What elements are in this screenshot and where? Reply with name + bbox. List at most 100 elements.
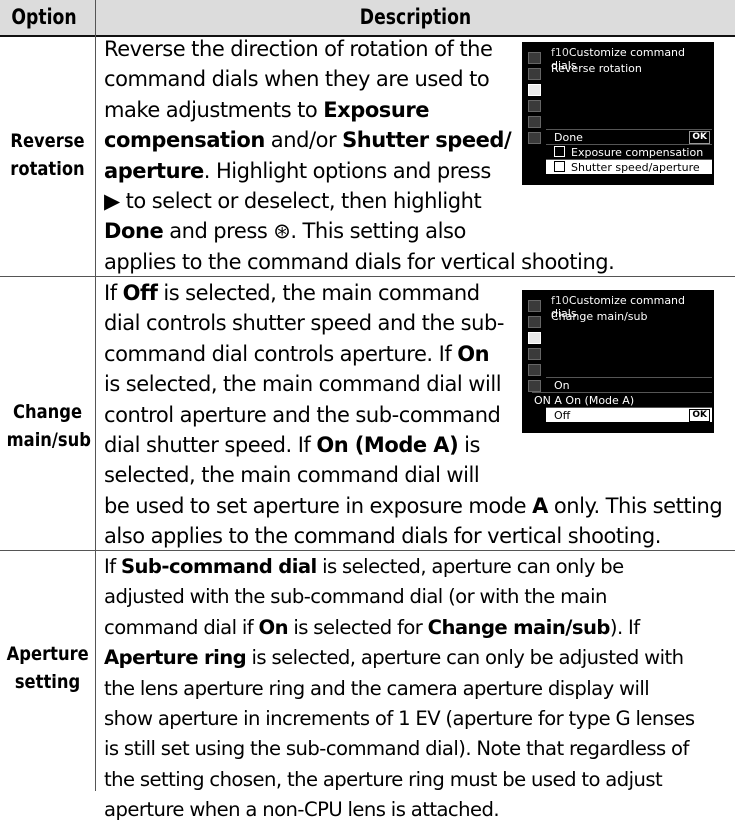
option-label-line: Aperture	[6, 643, 89, 665]
bold-term: Change main/sub	[427, 615, 611, 639]
text-run: adjusted with the sub-command dial (or w…	[104, 585, 607, 609]
option-reverse-rotation: Reverse rotation	[7, 127, 89, 183]
text-run: is selected, the main command	[157, 281, 480, 305]
desc-line: the lens aperture ring and the camera ap…	[104, 674, 695, 704]
text-run: command dial controls aperture. If	[104, 341, 458, 366]
option-label-line: rotation	[10, 158, 85, 180]
desc-line: dial shutter speed. If On (Mode A) is	[104, 430, 722, 460]
text-run: show aperture in increments of 1 EV (ape…	[104, 706, 695, 730]
menu-code: f10	[551, 294, 569, 307]
description-aperture-setting: If Sub-command dial is selected, apertur…	[104, 552, 695, 826]
menu-item-off: Off OK	[546, 407, 712, 422]
option-aperture-setting: Aperture setting	[7, 640, 89, 696]
retouch-menu-icon	[528, 364, 541, 376]
menu-item-label: Exposure compensation	[571, 146, 704, 159]
option-label-line: main/sub	[6, 429, 91, 451]
menu-item-exposure-compensation: Exposure compensation	[546, 144, 712, 159]
screen-subtitle: Reverse rotation	[551, 62, 642, 75]
option-label-line: Reverse	[10, 130, 85, 152]
desc-line: applies to the command dials for vertica…	[104, 247, 615, 277]
text-run: dial shutter speed. If	[104, 432, 317, 457]
text-run: only. This setting	[547, 493, 723, 518]
option-label-line: setting	[14, 671, 81, 693]
bold-term: compensation	[104, 128, 265, 153]
text-run: and/or	[264, 128, 343, 153]
text-run: is selected, aperture can only be adjust…	[246, 646, 685, 670]
shooting-menu-icon	[528, 68, 541, 80]
table-header: Option Description	[0, 0, 735, 37]
text-run: If	[104, 555, 121, 578]
text-run: be used to set aperture in exposure mode	[104, 493, 533, 518]
checkbox-icon	[554, 161, 565, 172]
desc-line: Done and press ⊛. This setting also	[104, 216, 614, 246]
screen-subtitle: Change main/sub	[551, 310, 648, 323]
bold-term: On	[457, 341, 490, 366]
bold-term: On (Mode A)	[316, 432, 459, 457]
option-change-main-sub: Change main/sub	[6, 398, 91, 454]
text-run: control aperture and the sub-command	[104, 402, 501, 427]
menu-item-label: Done	[554, 131, 583, 144]
text-run: aperture when a non-CPU lens is attached…	[104, 798, 500, 822]
text-run: If	[104, 281, 123, 305]
desc-line: ▶ to select or deselect, then highlight	[104, 186, 614, 216]
menu-item-done: Done OK	[546, 129, 712, 144]
bold-term: Exposure	[323, 97, 430, 122]
setup-menu-icon	[528, 100, 541, 112]
menu-tab-icons	[528, 52, 543, 148]
menu-item-label: On	[554, 379, 570, 392]
custom-settings-menu-icon	[528, 84, 541, 96]
setup-menu-icon	[528, 348, 541, 360]
menu-item-on-mode-a: ON A On (Mode A)	[532, 392, 712, 407]
text-run: selected, the main command dial will	[104, 463, 480, 488]
menu-item-label: Shutter speed/aperture	[571, 161, 700, 174]
desc-line: show aperture in increments of 1 EV (ape…	[104, 704, 695, 734]
text-run: ▶ to select or deselect, then highlight	[104, 188, 482, 213]
current-setting-indicator: ON A	[534, 394, 562, 407]
text-run: . Highlight options and press	[203, 158, 492, 183]
desc-line: selected, the main command dial will	[104, 460, 722, 490]
playback-menu-icon	[528, 300, 541, 312]
shooting-menu-icon	[528, 316, 541, 328]
retouch-menu-icon	[528, 116, 541, 128]
desc-line: also applies to the command dials for ve…	[104, 521, 722, 551]
desc-line: is still set using the sub-command dial)…	[104, 734, 695, 764]
text-run: the lens aperture ring and the camera ap…	[104, 676, 650, 700]
text-run: ). If	[609, 615, 640, 639]
header-option: Option	[11, 5, 77, 29]
camera-menu-screen-reverse-rotation: f10Customize command dials Reverse rotat…	[522, 42, 714, 185]
text-run: and press ⊛. This setting also	[163, 219, 466, 244]
text-run: is	[458, 432, 481, 457]
text-run: also applies to the command dials for ve…	[104, 524, 662, 549]
text-run: is selected for	[287, 615, 428, 639]
menu-item-on: On	[546, 377, 712, 392]
text-run: dial controls shutter speed and the sub-	[104, 311, 505, 336]
ok-button-icon: OK	[689, 409, 710, 422]
desc-line: be used to set aperture in exposure mode…	[104, 491, 723, 521]
text-run: the setting chosen, the aperture ring mu…	[104, 767, 663, 791]
menu-code: f10	[551, 46, 569, 59]
menu-item-label: On (Mode A)	[565, 394, 635, 407]
text-run: is selected, the main command dial will	[104, 372, 502, 397]
bold-term: aperture	[104, 158, 204, 183]
bold-term: Off	[122, 281, 158, 305]
bold-term: Done	[104, 219, 164, 244]
text-run: Reverse the direction of rotation of the	[104, 37, 493, 61]
custom-settings-table: Option Description Reverse rotation Reve…	[0, 0, 735, 821]
text-run: is still set using the sub-command dial)…	[104, 737, 689, 761]
text-run: make adjustments to	[104, 97, 324, 122]
text-run: applies to the command dials for vertica…	[104, 249, 615, 274]
column-divider	[95, 0, 96, 791]
menu-tab-icons	[528, 300, 543, 396]
menu-item-label: Off	[554, 409, 571, 422]
bold-term: Aperture ring	[104, 646, 247, 670]
desc-line: If Sub-command dial is selected, apertur…	[104, 552, 695, 582]
text-run: is selected, aperture can only be	[316, 555, 624, 578]
bold-term: A	[532, 493, 548, 518]
camera-menu-screen-change-main-sub: f10Customize command dials Change main/s…	[522, 290, 714, 433]
desc-line: Aperture ring is selected, aperture can …	[104, 643, 695, 673]
ok-button-icon: OK	[689, 131, 710, 144]
desc-line: command dial if On is selected for Chang…	[104, 613, 695, 643]
bold-term: On	[258, 615, 288, 639]
text-run: command dial if	[104, 615, 259, 639]
header-description: Description	[359, 5, 472, 29]
